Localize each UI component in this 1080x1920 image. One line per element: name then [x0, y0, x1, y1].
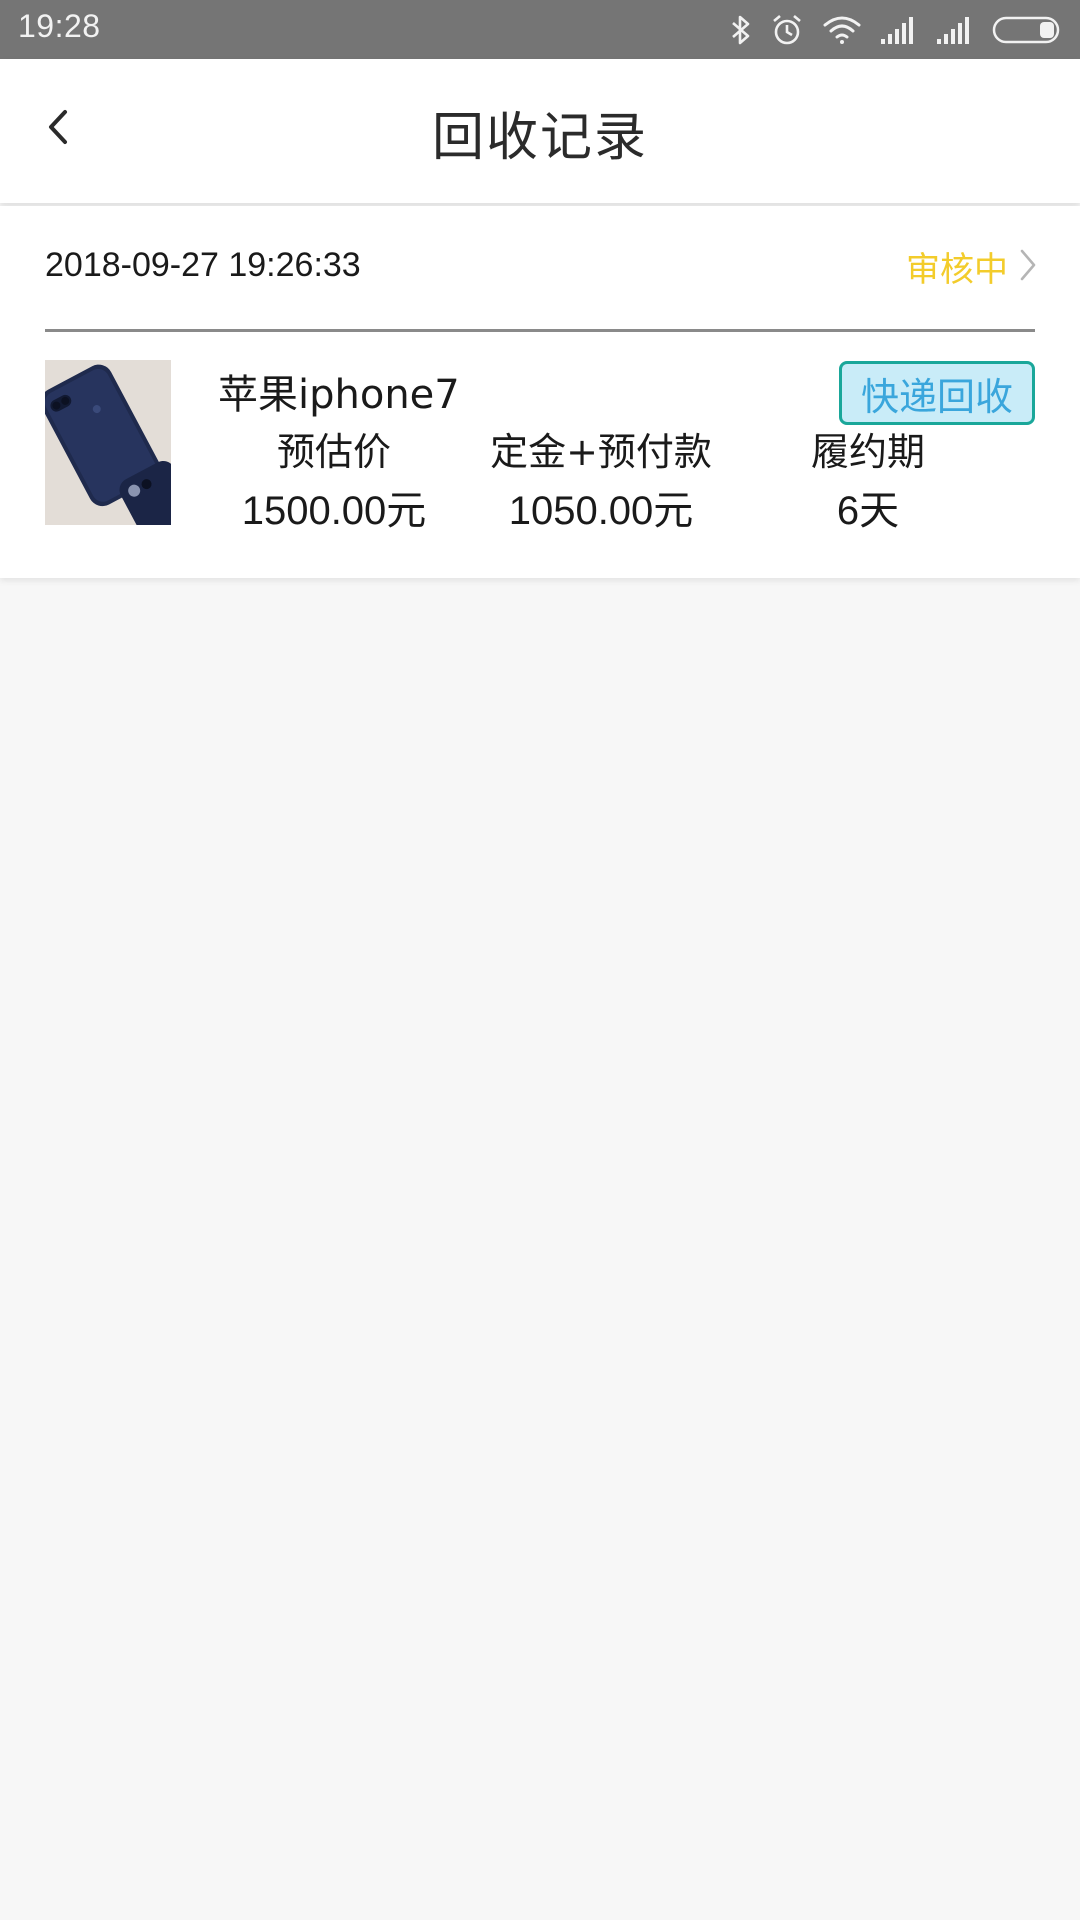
page-title: 回收记录: [431, 108, 648, 168]
stat-value: 6天: [836, 489, 900, 533]
alarm-icon: [770, 13, 804, 47]
battery-icon: [992, 15, 1064, 45]
record-card[interactable]: 2018-09-27 19:26:33 审核中 苹果iphone7 快递回收 预…: [0, 206, 1080, 578]
divider: [45, 329, 1035, 332]
stat-label: 定金+预付款: [490, 430, 712, 474]
stat-estimated-price: 预估价 1500.00元: [204, 424, 464, 542]
record-status-link[interactable]: 审核中: [906, 242, 1038, 291]
wifi-icon: [822, 15, 862, 45]
signal-icon: [880, 15, 918, 45]
stat-deposit-prepayment: 定金+预付款 1050.00元: [471, 424, 731, 542]
status-bar: 19:28: [0, 0, 1080, 59]
stat-value: 1500.00元: [241, 489, 427, 533]
record-datetime: 2018-09-27 19:26:33: [45, 246, 361, 284]
status-label: 审核中: [906, 250, 1008, 290]
signal-icon: [936, 15, 974, 45]
product-name: 苹果iphone7: [218, 372, 460, 418]
stat-label: 预估价: [276, 430, 391, 474]
stat-value: 1050.00元: [508, 489, 694, 533]
product-image: [45, 360, 171, 525]
chevron-right-icon: [1018, 248, 1038, 286]
bluetooth-icon: [730, 14, 752, 46]
stat-performance-period: 履约期 6天: [738, 424, 998, 542]
stat-label: 履约期: [810, 430, 925, 474]
recycle-method-badge[interactable]: 快递回收: [839, 361, 1035, 425]
status-icons: [730, 10, 1064, 50]
app-header: 回收记录: [0, 59, 1080, 203]
status-time: 19:28: [18, 8, 101, 44]
